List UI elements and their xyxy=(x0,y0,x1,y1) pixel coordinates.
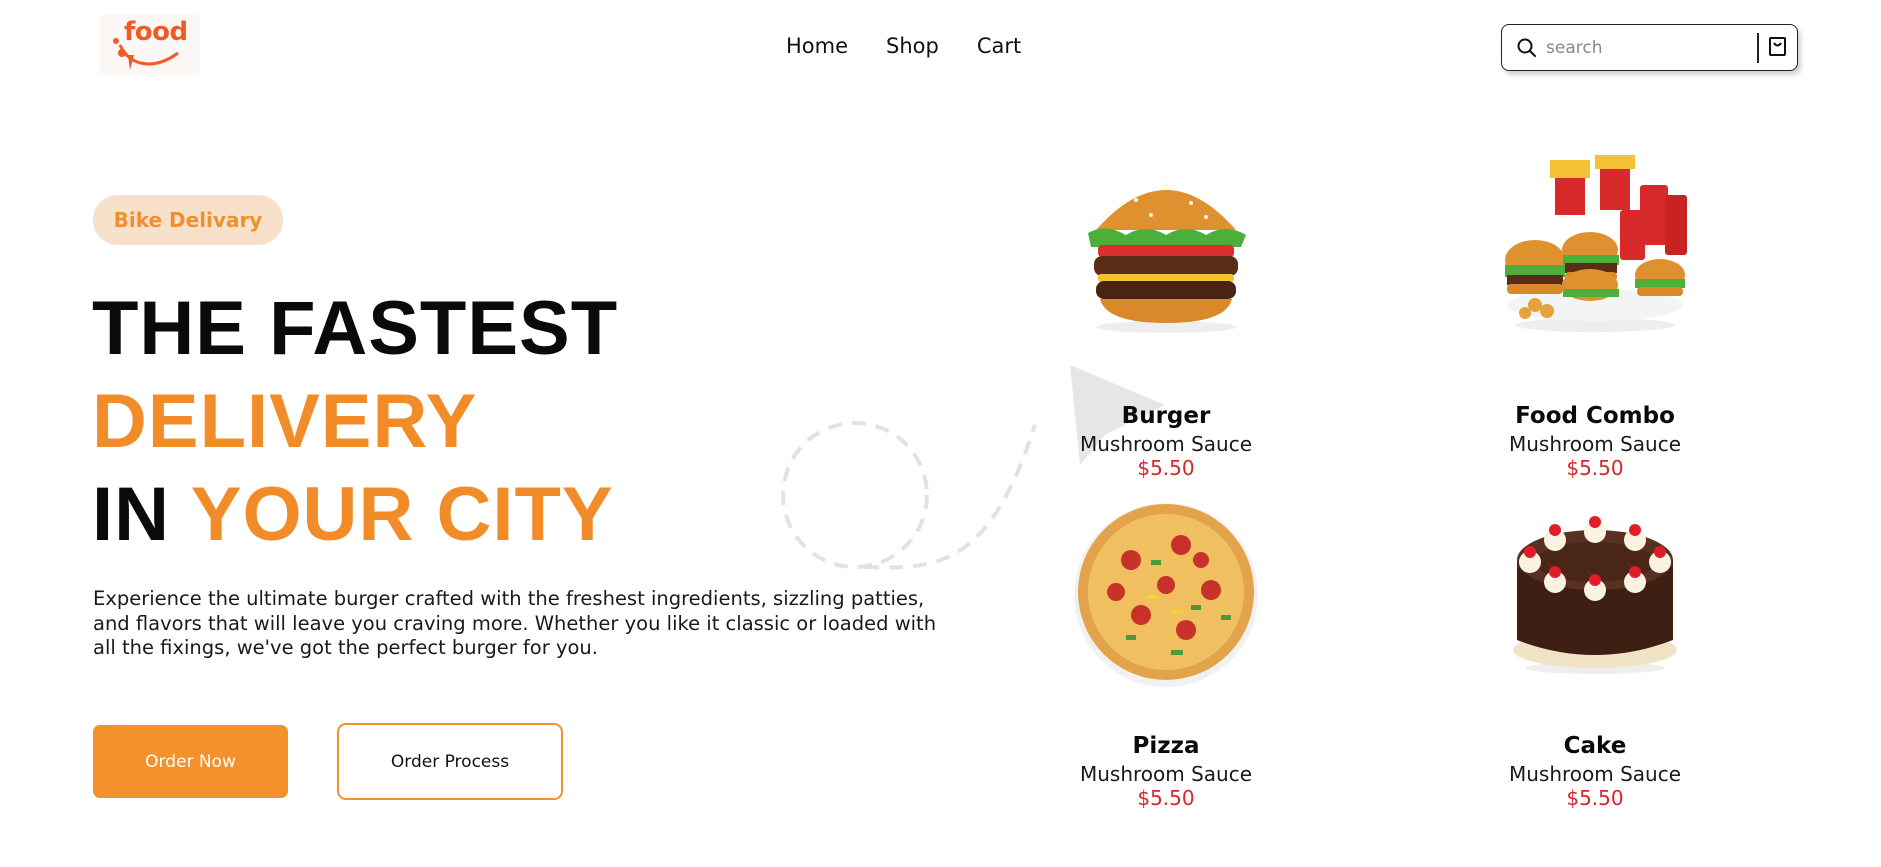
product-name: Food Combo xyxy=(1515,403,1675,429)
badge-label: Bike Delivary xyxy=(113,208,263,232)
logo-text: food xyxy=(124,17,188,47)
hero-heading: THE FASTEST DELIVERY IN YOUR CITY xyxy=(92,282,618,561)
nav-shop[interactable]: Shop xyxy=(886,34,939,58)
product-subtitle: Mushroom Sauce xyxy=(1508,762,1682,786)
search-box xyxy=(1501,24,1798,71)
product-subtitle: Mushroom Sauce xyxy=(1079,762,1253,786)
product-subtitle: Mushroom Sauce xyxy=(1079,432,1253,456)
order-now-button[interactable]: Order Now xyxy=(93,725,288,798)
hero-line-3-black: IN xyxy=(92,472,170,557)
pizza-image xyxy=(1074,503,1258,687)
main-nav: Home Shop Cart xyxy=(786,34,1021,58)
product-name: Cake xyxy=(1563,733,1627,759)
cake-image xyxy=(1513,516,1677,674)
product-subtitle: Mushroom Sauce xyxy=(1508,432,1682,456)
hero-line-2: DELIVERY xyxy=(92,379,478,464)
nav-home[interactable]: Home xyxy=(786,34,848,58)
product-price: $5.50 xyxy=(1566,786,1624,810)
product-name: Pizza xyxy=(1132,733,1200,759)
search-input[interactable] xyxy=(1546,34,1746,62)
product-name: Burger xyxy=(1121,403,1211,429)
nav-cart[interactable]: Cart xyxy=(977,34,1021,58)
search-divider xyxy=(1757,33,1759,63)
burger-image xyxy=(1088,183,1246,333)
food-logo[interactable]: food xyxy=(100,15,200,75)
hero-description: Experience the ultimate burger crafted w… xyxy=(93,587,937,659)
shopping-bag-icon[interactable] xyxy=(1767,35,1789,59)
header: food Home Shop Cart xyxy=(0,0,1881,95)
delivery-badge: Bike Delivary xyxy=(93,195,283,245)
hero-line-3-orange: YOUR CITY xyxy=(190,472,614,557)
order-process-button[interactable]: Order Process xyxy=(337,723,563,800)
food-combo-image xyxy=(1505,155,1687,332)
product-price: $5.50 xyxy=(1566,456,1624,480)
search-icon[interactable] xyxy=(1516,37,1538,59)
product-price: $5.50 xyxy=(1137,786,1195,810)
hero-line-1: THE FASTEST xyxy=(92,286,619,371)
hero-line-3: IN YOUR CITY xyxy=(92,468,618,561)
product-price: $5.50 xyxy=(1137,456,1195,480)
